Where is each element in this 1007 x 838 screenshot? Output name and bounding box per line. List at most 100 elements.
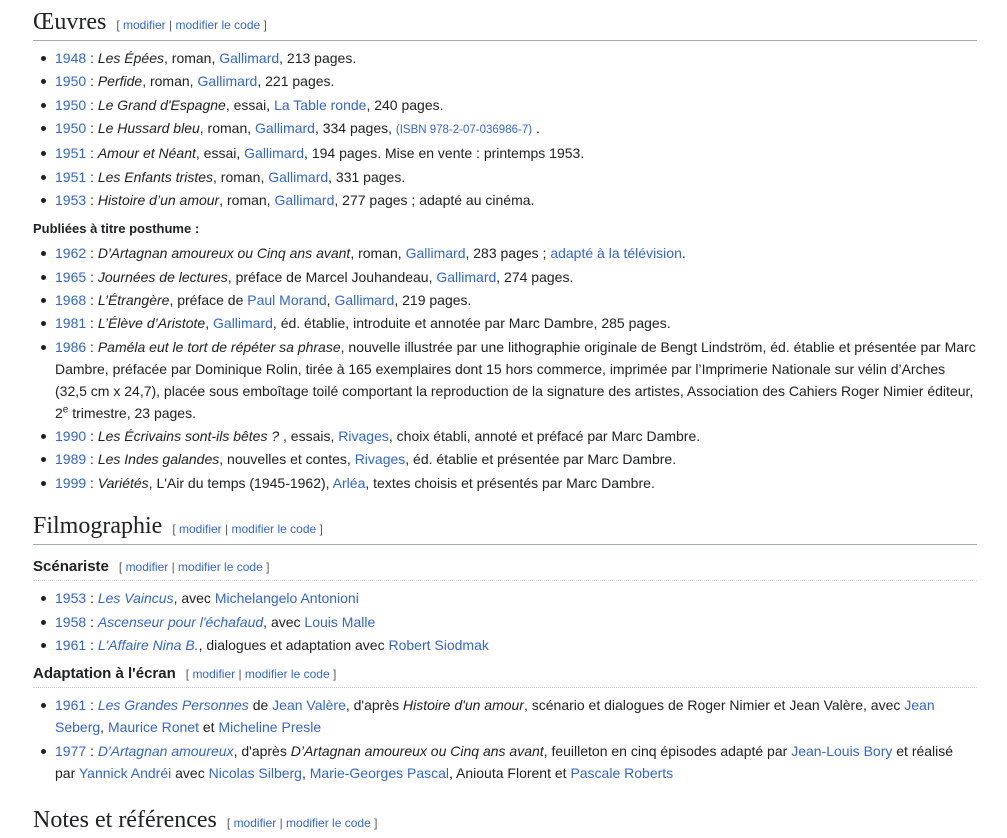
year-link[interactable]: 1999 — [55, 475, 86, 491]
edit-link[interactable]: modifier — [234, 816, 277, 830]
person-link[interactable]: Micheline Presle — [218, 719, 321, 735]
film-link[interactable]: Ascenseur pour l'échafaud — [98, 614, 263, 630]
person-link[interactable]: Pascale Roberts — [570, 765, 673, 781]
list-item: 1961 : Les Grandes Personnes de Jean Val… — [41, 694, 977, 738]
year-link[interactable]: 1950 — [55, 120, 86, 136]
year-link[interactable]: 1981 — [55, 315, 86, 331]
work-title: Variétés — [97, 474, 149, 491]
year-link[interactable]: 1950 — [55, 73, 86, 89]
publisher-link[interactable]: La Table ronde — [274, 97, 366, 113]
list-item: 1999 : Variétés, L'Air du temps (1945-19… — [41, 472, 977, 494]
edit-link[interactable]: modifier — [179, 522, 222, 536]
section-title: Filmographie — [33, 512, 163, 539]
work-title: Les Indes galandes — [97, 451, 220, 468]
year-link[interactable]: 1953 — [55, 192, 86, 208]
edit-source-link[interactable]: modifier le code — [178, 560, 263, 574]
year-link[interactable]: 1950 — [55, 97, 86, 113]
person-link[interactable]: Yannick Andréi — [79, 765, 171, 781]
publisher-link[interactable]: Arléa — [333, 475, 366, 491]
year-link[interactable]: 1962 — [55, 245, 86, 261]
year-link[interactable]: 1968 — [55, 292, 86, 308]
list-item: 1951 : Amour et Néant, essai, Gallimard,… — [41, 142, 977, 164]
person-link[interactable]: Jean-Louis Bory — [791, 743, 892, 759]
subsection-title: Scénariste — [33, 557, 109, 575]
director-link[interactable]: Robert Siodmak — [388, 637, 488, 653]
film-link[interactable]: D'Artagnan amoureux — [98, 743, 234, 759]
text: , essai, — [195, 145, 245, 162]
publisher-link[interactable]: Gallimard — [436, 269, 496, 285]
text: , éd. établie, introduite et annotée par… — [272, 315, 671, 332]
text: , avec — [173, 590, 215, 607]
year-link[interactable]: 1948 — [55, 50, 86, 66]
film-link[interactable]: L'Affaire Nina B. — [98, 637, 199, 653]
edit-source-link[interactable]: modifier le code — [286, 816, 371, 830]
person-link[interactable]: Marie-Georges Pascal — [310, 765, 449, 781]
publisher-link[interactable]: Gallimard — [219, 50, 279, 66]
year-link[interactable]: 1990 — [55, 428, 86, 444]
text: , roman, — [164, 49, 220, 66]
publisher-link[interactable]: Gallimard — [244, 145, 304, 161]
director-link[interactable]: Michelangelo Antonioni — [215, 590, 359, 606]
year-link[interactable]: 1977 — [55, 743, 86, 759]
text: , préface de Marcel Jouhandeau, — [227, 268, 437, 285]
publisher-link[interactable]: Gallimard — [213, 315, 273, 331]
work-title: Histoire d'un amour — [403, 697, 524, 714]
publisher-link[interactable]: Gallimard — [274, 192, 334, 208]
publisher-link[interactable]: Gallimard — [268, 169, 328, 185]
work-title: L’Élève d’Aristote — [97, 315, 206, 332]
person-link[interactable]: Jean Valère — [272, 697, 346, 713]
year-link[interactable]: 1961 — [55, 697, 86, 713]
work-title: Les Écrivains sont-ils bêtes ? — [97, 428, 280, 445]
text: , roman, — [213, 168, 269, 185]
person-link[interactable]: Nicolas Silberg — [209, 765, 302, 781]
year-link[interactable]: 1986 — [55, 339, 86, 355]
isbn-link[interactable]: (ISBN 978-2-07-036986-7) — [396, 124, 532, 136]
year-link[interactable]: 1965 — [55, 269, 86, 285]
list-item: 1961 : L'Affaire Nina B., dialogues et a… — [41, 634, 977, 656]
publisher-link[interactable]: Rivages — [338, 428, 389, 444]
year-link[interactable]: 1951 — [55, 169, 86, 185]
edit-source-link[interactable]: modifier le code — [231, 522, 316, 536]
year-link[interactable]: 1953 — [55, 590, 86, 606]
edit-source-link[interactable]: modifier le code — [175, 18, 260, 32]
author-link[interactable]: Paul Morand — [247, 292, 326, 308]
text: , dialogues et adaptation avec — [198, 636, 389, 653]
year-link[interactable]: 1989 — [55, 451, 86, 467]
list-item: 1953 : Les Vaincus, avec Michelangelo An… — [41, 587, 977, 609]
text: , nouvelles et contes, — [219, 451, 355, 468]
text: , essai, — [225, 96, 275, 113]
person-link[interactable]: Maurice Ronet — [108, 719, 199, 735]
year-link[interactable]: 1961 — [55, 637, 86, 653]
text: , feuilleton en cinq épisodes adapté par — [543, 742, 792, 759]
text: , 277 pages ; adapté au cinéma. — [334, 192, 535, 209]
tv-adaptation-link[interactable]: adapté à la télévision — [550, 245, 682, 261]
list-item: 1958 : Ascenseur pour l'échafaud, avec L… — [41, 611, 977, 633]
director-link[interactable]: Louis Malle — [304, 614, 375, 630]
publisher-link[interactable]: Gallimard — [406, 245, 466, 261]
text: , L'Air du temps (1945-1962), — [148, 474, 333, 491]
edit-source-link[interactable]: modifier le code — [245, 667, 330, 681]
film-link[interactable]: Les Vaincus — [98, 590, 174, 606]
edit-link[interactable]: modifier — [126, 560, 169, 574]
section-notes: Notes et références [ modifier | modifier… — [33, 806, 977, 838]
year-link[interactable]: 1951 — [55, 145, 86, 161]
film-link[interactable]: Les Grandes Personnes — [98, 697, 249, 713]
edit-link[interactable]: modifier — [123, 18, 166, 32]
text: , 283 pages ; — [465, 245, 551, 262]
publisher-link[interactable]: Gallimard — [334, 292, 394, 308]
work-title: Histoire d’un amour — [97, 192, 220, 209]
edit-link[interactable]: modifier — [192, 667, 235, 681]
list-item: 1977 : D'Artagnan amoureux, d'après D’Ar… — [41, 740, 977, 784]
work-title: Perfide — [97, 73, 143, 90]
list-item: 1950 : Le Hussard bleu, roman, Gallimard… — [41, 117, 977, 141]
publisher-link[interactable]: Gallimard — [197, 73, 257, 89]
year-link[interactable]: 1958 — [55, 614, 86, 630]
publisher-link[interactable]: Rivages — [355, 451, 406, 467]
list-item: 1986 : Paméla eut le tort de répéter sa … — [41, 336, 977, 424]
article-content: Œuvres [ modifier | modifier le code ] 19… — [0, 0, 1007, 838]
publisher-link[interactable]: Gallimard — [255, 120, 315, 136]
text: , 194 pages. Mise en vente : printemps 1… — [304, 145, 585, 162]
text: , 221 pages. — [257, 73, 335, 90]
section-title: Œuvres — [33, 9, 107, 35]
text: et — [198, 719, 219, 736]
